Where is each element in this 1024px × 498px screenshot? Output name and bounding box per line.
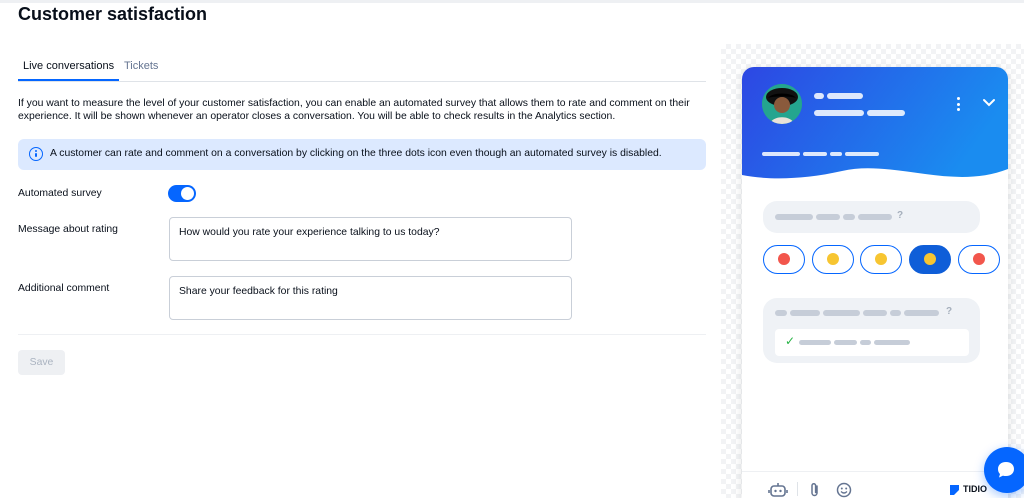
question-mark: ? xyxy=(946,306,953,317)
info-icon xyxy=(29,147,43,161)
tab-live-conversations[interactable]: Live conversations xyxy=(18,60,120,81)
comment-placeholder xyxy=(834,340,857,345)
rating-question-bubble: ? xyxy=(763,201,980,233)
info-text: A customer can rate and comment on a con… xyxy=(50,148,662,159)
additional-comment-label: Additional comment xyxy=(18,283,110,294)
header-text-placeholder xyxy=(803,152,827,156)
message-placeholder xyxy=(863,310,887,316)
footer-divider xyxy=(797,482,798,496)
attachment-icon[interactable] xyxy=(810,482,820,498)
emoji-icon[interactable] xyxy=(836,482,852,498)
header-text-placeholder xyxy=(845,152,879,156)
rating-unhappy-button[interactable] xyxy=(812,245,854,274)
message-placeholder xyxy=(816,214,840,220)
more-options-icon[interactable] xyxy=(956,97,962,111)
bot-icon[interactable] xyxy=(768,482,788,498)
unhappy-face-icon xyxy=(827,253,839,265)
neutral-face-icon xyxy=(875,253,887,265)
message-placeholder xyxy=(790,310,820,316)
message-about-rating-input[interactable]: How would you rate your experience talki… xyxy=(169,217,572,261)
automated-survey-label: Automated survey xyxy=(18,188,102,199)
chat-launcher-button[interactable] xyxy=(984,447,1024,493)
tab-bar: Live conversations Tickets xyxy=(18,54,706,82)
automated-survey-toggle[interactable] xyxy=(168,185,196,202)
message-about-rating-label: Message about rating xyxy=(18,224,118,235)
widget-header xyxy=(742,67,1008,187)
top-border xyxy=(0,0,1024,3)
angry-face-icon xyxy=(778,253,790,265)
question-mark: ? xyxy=(897,210,904,221)
widget-footer: TIDIO xyxy=(742,471,1008,498)
message-placeholder xyxy=(858,214,892,220)
header-text-placeholder xyxy=(762,152,800,156)
happy-face-icon xyxy=(924,253,936,265)
tidio-logo-icon xyxy=(950,485,959,495)
description-text: If you want to measure the level of your… xyxy=(18,98,690,122)
rating-love-button[interactable] xyxy=(958,245,1000,274)
operator-avatar xyxy=(762,84,802,124)
message-placeholder xyxy=(904,310,939,316)
form-divider xyxy=(18,334,706,335)
love-face-icon xyxy=(973,253,985,265)
page-title: Customer satisfaction xyxy=(18,4,208,24)
operator-name-placeholder xyxy=(814,93,824,99)
save-button[interactable]: Save xyxy=(18,350,65,375)
message-placeholder xyxy=(775,310,787,316)
message-placeholder xyxy=(890,310,901,316)
message-placeholder xyxy=(843,214,855,220)
additional-comment-input[interactable]: Share your feedback for this rating xyxy=(169,276,572,320)
operator-status-placeholder xyxy=(814,110,864,116)
comment-placeholder xyxy=(874,340,910,345)
operator-status-placeholder xyxy=(867,110,905,116)
message-placeholder xyxy=(823,310,860,316)
rating-happy-button[interactable] xyxy=(909,245,951,274)
rating-neutral-button[interactable] xyxy=(860,245,902,274)
tab-tickets[interactable]: Tickets xyxy=(124,60,158,72)
comment-placeholder xyxy=(799,340,831,345)
comment-input-preview[interactable]: ✓ xyxy=(775,329,969,356)
check-icon: ✓ xyxy=(785,334,796,348)
chevron-down-icon[interactable] xyxy=(982,96,996,110)
tidio-brand-text: TIDIO xyxy=(963,484,987,494)
operator-name-placeholder xyxy=(827,93,863,99)
toggle-knob xyxy=(181,187,194,200)
message-placeholder xyxy=(775,214,813,220)
chat-bubble-icon xyxy=(998,462,1014,478)
info-banner: A customer can rate and comment on a con… xyxy=(18,139,706,170)
rating-angry-button[interactable] xyxy=(763,245,805,274)
header-text-placeholder xyxy=(830,152,842,156)
chat-widget-preview: ? ? ✓ TIDIO xyxy=(742,67,1008,498)
comment-placeholder xyxy=(860,340,871,345)
